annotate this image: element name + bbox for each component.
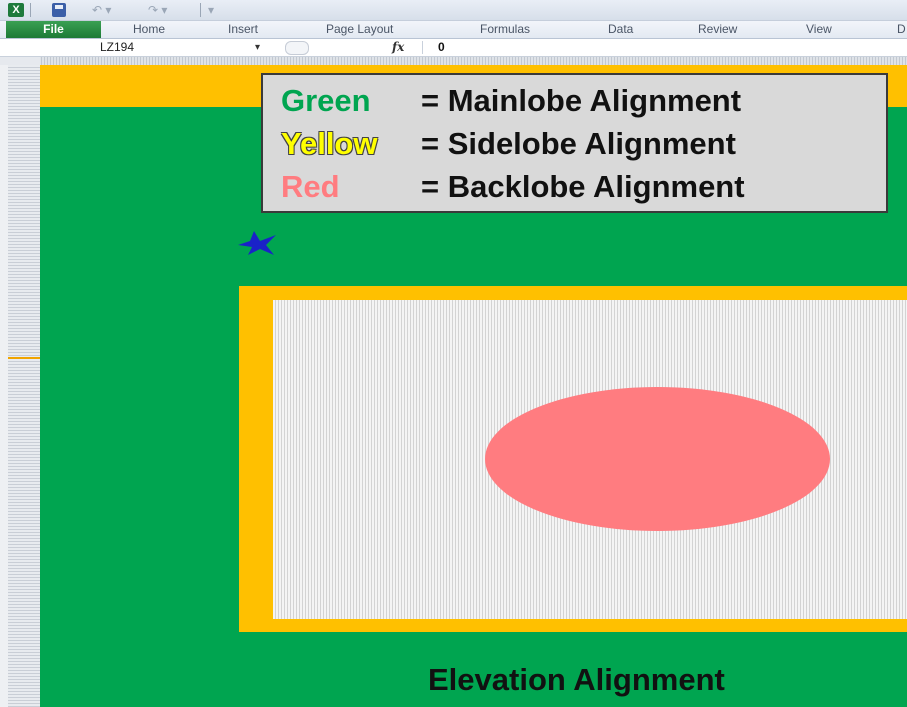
toolbar-divider [30,3,31,17]
column-headers[interactable] [0,57,907,65]
formula-input[interactable]: 0 [438,39,445,56]
tab-insert[interactable]: Insert [228,21,258,38]
formula-bar: LZ194 ▾ fx 0 [0,39,907,57]
customize-toolbar-icon[interactable]: ▾ [208,2,214,18]
elevation-alignment-title: Elevation Alignment [428,662,725,697]
save-icon[interactable] [52,3,66,17]
ribbon-tabs: File Home Insert Page Layout Formulas Da… [0,21,907,39]
excel-window: X ↶ ▾ ↷ ▾ ▾ File Home Insert Page Layout… [0,0,907,707]
legend-desc-mainlobe: = Mainlobe Alignment [421,83,742,118]
insert-function-icon[interactable]: fx [392,39,404,56]
tab-page-layout[interactable]: Page Layout [326,21,393,38]
star-marker-icon [238,231,276,255]
formula-bar-divider [422,41,423,54]
undo-icon[interactable]: ↶ ▾ [92,2,111,18]
backlobe-pattern [485,387,830,531]
tab-review[interactable]: Review [698,21,737,38]
active-row-indicator [8,357,40,359]
tab-home[interactable]: Home [133,21,165,38]
chevron-down-icon[interactable]: ▾ [255,39,260,56]
tab-file[interactable]: File [6,21,101,38]
formula-bar-resize-handle[interactable] [285,41,309,55]
legend-key-red: Red [281,169,340,204]
tab-data[interactable]: Data [608,21,633,38]
legend-desc-backlobe: = Backlobe Alignment [421,169,745,204]
row-header-margin [0,65,8,707]
toolbar-divider [200,3,201,17]
legend-key-yellow: Yellow [281,126,378,161]
quick-access-toolbar: X ↶ ▾ ↷ ▾ ▾ [0,0,907,21]
redo-icon[interactable]: ↷ ▾ [148,2,167,18]
legend-key-green: Green [281,83,371,118]
tab-view[interactable]: View [806,21,832,38]
tab-formulas[interactable]: Formulas [480,21,530,38]
tab-developer[interactable]: D [897,21,906,38]
select-all-corner[interactable] [0,57,40,65]
name-box[interactable]: LZ194 [8,39,278,56]
legend-box: Green = Mainlobe Alignment Yellow = Side… [261,73,888,213]
legend-desc-sidelobe: = Sidelobe Alignment [421,126,736,161]
excel-icon[interactable]: X [8,3,24,17]
worksheet-grid[interactable]: Green = Mainlobe Alignment Yellow = Side… [40,65,907,707]
